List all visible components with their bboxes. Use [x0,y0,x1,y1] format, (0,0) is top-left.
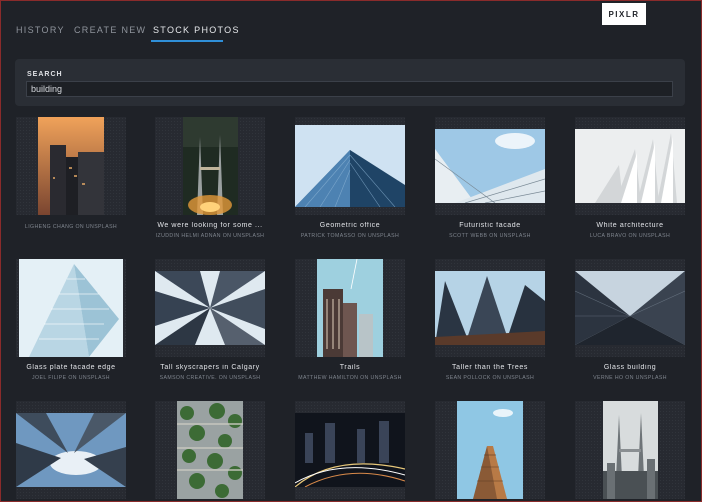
photo-thumbnail[interactable] [295,117,405,215]
photo-title: Tall skyscrapers in Calgary [160,364,260,371]
photo-thumbnail[interactable] [575,259,685,357]
photo-thumbnail[interactable] [155,401,265,499]
photo-title: Glass plate facade edge [26,364,116,371]
photo-thumbnail[interactable] [295,401,405,499]
photo-credit: IZUDDIN HELMI ADNAN ON UNSPLASH [155,233,265,239]
photo-title: White architecture [596,222,664,229]
photo-title: Geometric office [319,222,381,229]
photo-credit: LUCA BRAVO ON UNSPLASH [589,233,671,239]
photo-thumbnail[interactable] [16,259,126,357]
search-label: SEARCH [27,71,63,78]
photo-thumbnail[interactable] [16,117,126,215]
photo-title: We were looking for some ... [157,222,263,229]
tab-create-new[interactable]: CREATE NEW [74,25,146,35]
photo-title: Futuristic facade [459,222,521,229]
photo-credit: SCOTT WEBB ON UNSPLASH [449,233,531,239]
photo-title: Glass building [603,364,657,371]
search-panel: SEARCH [15,59,685,106]
pixlr-logo: PIXLR [602,3,646,25]
photo-thumbnail[interactable] [575,401,685,499]
photo-title: Taller than the Trees [451,364,529,371]
photo-thumbnail[interactable] [435,117,545,215]
photo-credit: PATRICK TOMASSO ON UNSPLASH [300,233,400,239]
photo-thumbnail[interactable] [155,259,265,357]
photo-credit: LIGHENG CHANG ON UNSPLASH [24,224,118,230]
top-bar: HISTORY CREATE NEW STOCK PHOTOS PIXLR [1,1,701,53]
search-input[interactable] [26,81,673,97]
photo-thumbnail[interactable] [16,401,126,499]
active-tab-indicator [151,40,223,42]
photo-credit: MATTHEW HAMILTON ON UNSPLASH [298,375,402,381]
photo-title: Trails [339,364,361,371]
photo-thumbnail[interactable] [435,401,545,499]
photo-thumbnail[interactable] [295,259,405,357]
tab-history[interactable]: HISTORY [16,25,65,35]
photo-credit: JOEL FILIPE ON UNSPLASH [32,375,110,381]
photo-credit: VERNE HO ON UNSPLASH [593,375,667,381]
photo-credit: SAMSON CREATIVE. ON UNSPLASH [159,375,261,381]
photo-thumbnail[interactable] [155,117,265,215]
photo-thumbnail[interactable] [575,117,685,215]
tab-stock-photos[interactable]: STOCK PHOTOS [153,25,240,35]
photo-thumbnail[interactable] [435,259,545,357]
photo-credit: SEAN POLLOCK ON UNSPLASH [445,375,535,381]
